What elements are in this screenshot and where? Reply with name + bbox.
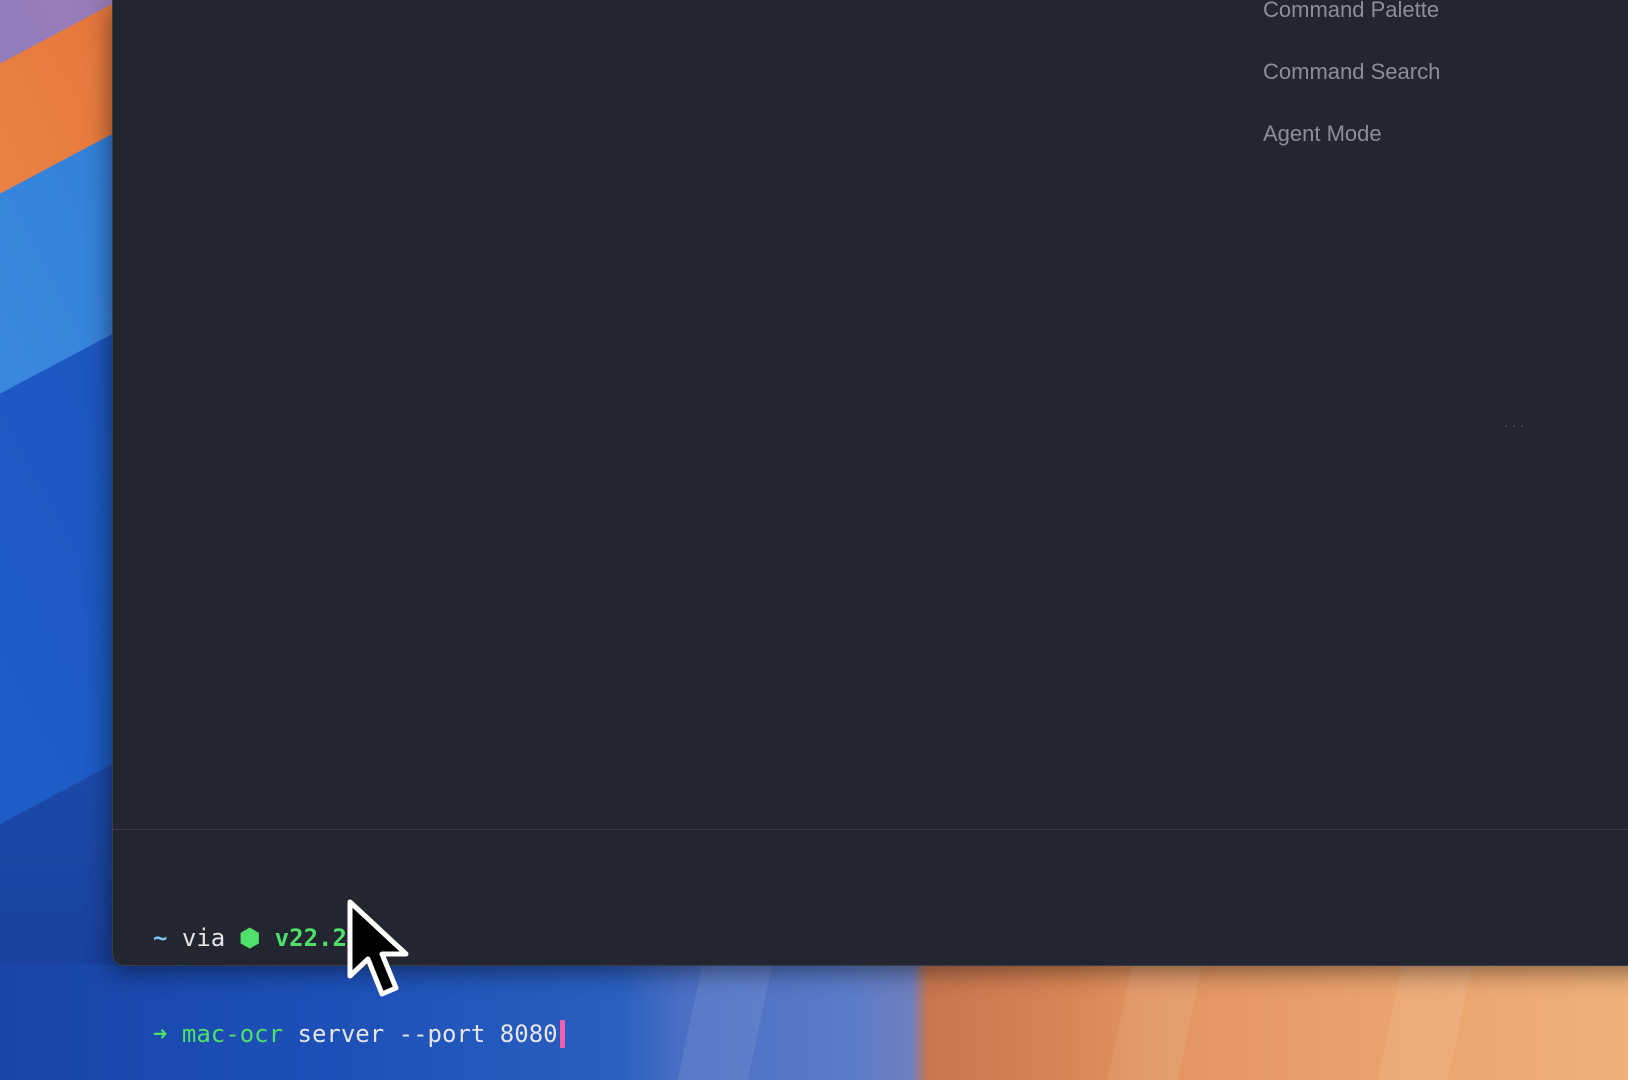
command-arguments: server --port 8080 bbox=[283, 1020, 558, 1048]
mouse-pointer-icon bbox=[347, 899, 409, 997]
nodejs-icon: ⬢ bbox=[239, 924, 261, 952]
via-label: via bbox=[181, 924, 226, 952]
command-input-line[interactable]: ➜ mac-ocr server --port 8080 bbox=[153, 1018, 565, 1050]
prompt-arrow-icon: ➜ bbox=[153, 1020, 168, 1048]
menu-item-command-search[interactable]: Command Search bbox=[1263, 48, 1440, 110]
input-divider bbox=[113, 829, 1628, 830]
suggestion-menu: Command Palette Command Search Agent Mod… bbox=[1263, 0, 1440, 172]
working-directory: ~ bbox=[153, 924, 168, 952]
terminal-window: Command Palette Command Search Agent Mod… bbox=[112, 0, 1628, 1048]
menu-item-command-palette[interactable]: Command Palette bbox=[1263, 0, 1440, 48]
more-options-icon[interactable]: ··· bbox=[1503, 415, 1527, 436]
command-name: mac-ocr bbox=[181, 1020, 284, 1048]
text-cursor bbox=[559, 1020, 565, 1048]
menu-item-agent-mode[interactable]: Agent Mode bbox=[1263, 110, 1440, 172]
